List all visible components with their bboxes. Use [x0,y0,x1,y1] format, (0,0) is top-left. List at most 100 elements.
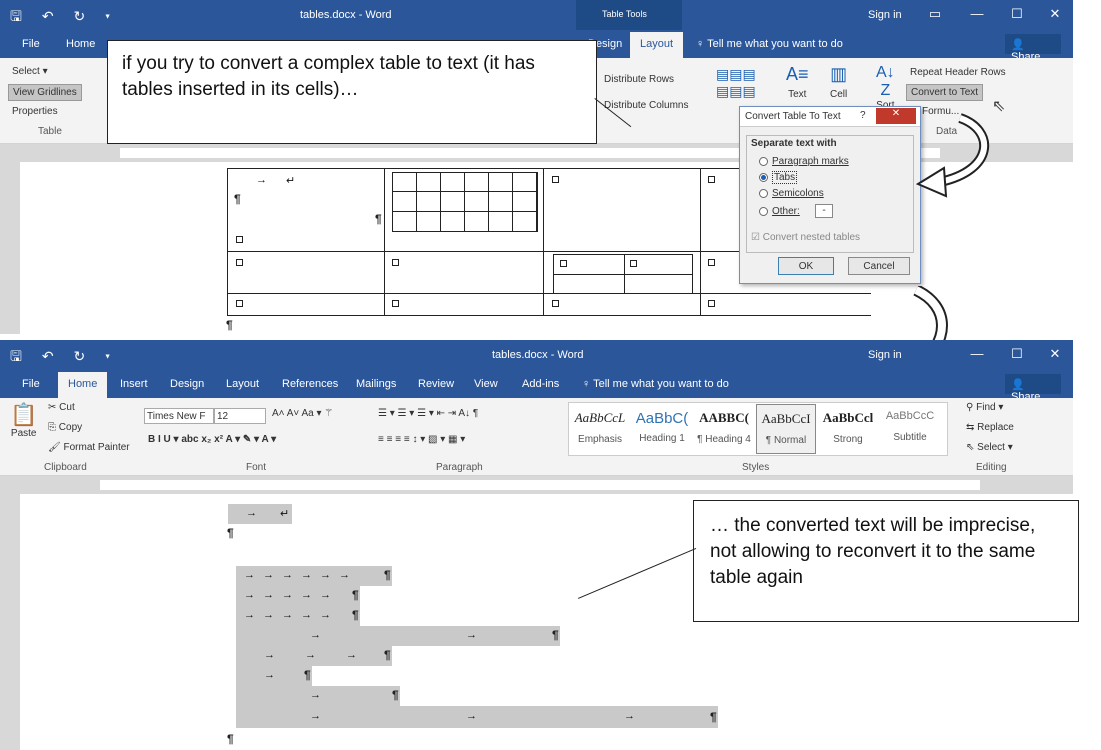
tab-marks: →→→→→→ [244,569,358,581]
maximize-button[interactable]: ☐ [1002,6,1032,22]
paragraph-group-label: Paragraph [436,462,483,473]
replace-button[interactable]: ⇆ Replace [966,422,1014,433]
close-button[interactable]: ✕ [1040,346,1070,362]
cell-marker [708,300,715,307]
replace-icon: ⇆ [966,422,978,433]
tab-file[interactable]: File [22,378,40,390]
close-button[interactable]: ✕ [1040,6,1070,22]
cell-marker [630,260,637,267]
tab-layout[interactable]: Layout [630,32,684,58]
select-menu-button[interactable]: ⇖ Select ▾ [966,442,1013,453]
table-group-label: Table [38,126,62,137]
tab-home[interactable]: Home [66,38,95,50]
font-format-icons[interactable]: B I U ▾ abc x₂ x² A ▾ ✎ ▾ A ▾ [148,434,276,445]
tell-me-box[interactable]: ♀ Tell me what you want to do [582,378,729,390]
tab-mark: → [466,629,477,641]
share-button[interactable]: 👤 Share [1005,374,1061,403]
top-callout: if you try to convert a complex table to… [107,40,597,144]
bottom-ribbon-tabs: File Home Insert Design Layout Reference… [0,370,1073,403]
option-tabs[interactable]: Tabs [759,171,798,184]
format-painter-button[interactable]: 🖌 Format Painter [48,442,130,453]
paragraph-mark: ¶ [352,588,359,602]
alignment-icons[interactable]: ≡ ≡ ≡ ≡ ↕ ▾ ▧ ▾ ▦ ▾ [378,434,465,445]
paragraph-mark: ¶ [552,628,559,642]
alignment-icon[interactable]: ▤▤▤ ▤▤▤ [716,66,756,100]
paragraph-mark: ¶ [392,688,399,702]
tell-me-box[interactable]: ♀ Tell me what you want to do [696,38,843,50]
text-direction-button[interactable]: A≡ Text [786,64,809,100]
distribute-columns-button[interactable]: Distribute Columns [604,100,688,111]
cell-margins-button[interactable]: ▥ Cell [830,64,847,100]
cell-margins-icon: ▥ [830,64,848,84]
other-separator-input[interactable]: - [815,204,833,218]
option-other[interactable]: Other: [759,206,800,217]
cancel-button[interactable]: Cancel [848,257,910,275]
paragraph-icons[interactable]: ☰ ▾ ☰ ▾ ☰ ▾ ⇤ ⇥ A↓ ¶ [378,408,478,419]
person-icon: 👤 [1011,379,1025,391]
tab-add-ins[interactable]: Add-ins [522,378,559,390]
find-button[interactable]: ⚲ Find ▾ [966,402,1003,413]
ribbon-display-icon[interactable]: ▭ [920,6,950,22]
tab-review[interactable]: Review [418,378,454,390]
cut-button[interactable]: ✂ Cut [48,402,75,413]
view-gridlines-button[interactable]: View Gridlines [8,84,82,101]
separate-text-group: Separate text with Paragraph marks Tabs … [746,135,914,253]
cell-marker [552,300,559,307]
cell-marker [560,260,567,267]
tab-marks: →→→ [264,649,387,661]
style-emphasis[interactable]: AaBbCcL Emphasis [570,404,630,454]
tab-marks: →→→→→ [244,589,339,601]
option-paragraph-marks[interactable]: Paragraph marks [759,156,849,167]
clipboard-icon: 📋 [10,402,38,427]
repeat-header-rows-button[interactable]: Repeat Header Rows [910,67,1006,78]
clipboard-group-label: Clipboard [44,462,87,473]
signin-link[interactable]: Sign in [868,349,902,361]
help-icon[interactable]: ? [860,110,866,121]
tab-view[interactable]: View [474,378,498,390]
window-title: tables.docx - Word [300,9,392,21]
tab-file[interactable]: File [22,38,40,50]
style-subtitle[interactable]: AaBbCcC Subtitle [880,404,940,454]
style-heading-1[interactable]: AaBbC(Heading 1 [632,404,692,454]
signin-link[interactable]: Sign in [868,9,902,21]
convert-nested-checkbox[interactable]: ☑ Convert nested tables [751,232,860,243]
tab-insert[interactable]: Insert [120,378,148,390]
font-size-select[interactable]: 12 [214,408,266,424]
cell-marker [392,300,399,307]
tab-mailings[interactable]: Mailings [356,378,396,390]
cell-marker [708,176,715,183]
tab-marks: →→→→→ [244,609,339,621]
share-button[interactable]: 👤 Share [1005,34,1061,63]
style-normal[interactable]: AaBbCcI ¶ Normal [756,404,816,454]
properties-button[interactable]: Properties [12,106,58,117]
quick-access-toolbar[interactable]: 🖫 ↶ ↻ ▾ [10,6,118,30]
style-heading-4[interactable]: AABBC(¶ Heading 4 [694,404,754,454]
ok-button[interactable]: OK [778,257,834,275]
select-button[interactable]: Select ▾ [12,66,48,77]
convert-to-text-button[interactable]: Convert to Text [906,84,984,101]
copy-button[interactable]: ⎘ Copy [48,422,82,433]
scissors-icon: ✂ [48,402,60,413]
tab-mark: → [246,507,257,519]
callout-pointer-line [578,547,697,599]
distribute-rows-button[interactable]: Distribute Rows [604,74,674,85]
tab-home[interactable]: Home [58,372,108,398]
option-semicolons[interactable]: Semicolons [759,188,824,199]
maximize-button[interactable]: ☐ [1002,346,1032,362]
tab-references[interactable]: References [282,378,338,390]
font-grow-shrink-icons[interactable]: A˄ A˅ Aa ▾ ⚚ [272,408,333,419]
paragraph-mark: ¶ [304,668,311,682]
minimize-button[interactable]: — [962,6,992,21]
paragraph-mark: ¶ [384,568,391,582]
nested-table-1 [392,172,538,232]
tab-layout[interactable]: Layout [226,378,259,390]
cell-marker [392,259,399,266]
tab-design[interactable]: Design [170,378,204,390]
minimize-button[interactable]: — [962,346,992,361]
style-strong[interactable]: AaBbCcl Strong [818,404,878,454]
quick-access-toolbar[interactable]: 🖫 ↶ ↻ ▾ [10,346,118,370]
brush-icon: 🖌 [48,442,64,453]
paste-button[interactable]: 📋 Paste [10,402,37,439]
font-name-select[interactable]: Times New F [144,408,214,424]
sort-button[interactable]: A↓ZSort [876,64,895,111]
